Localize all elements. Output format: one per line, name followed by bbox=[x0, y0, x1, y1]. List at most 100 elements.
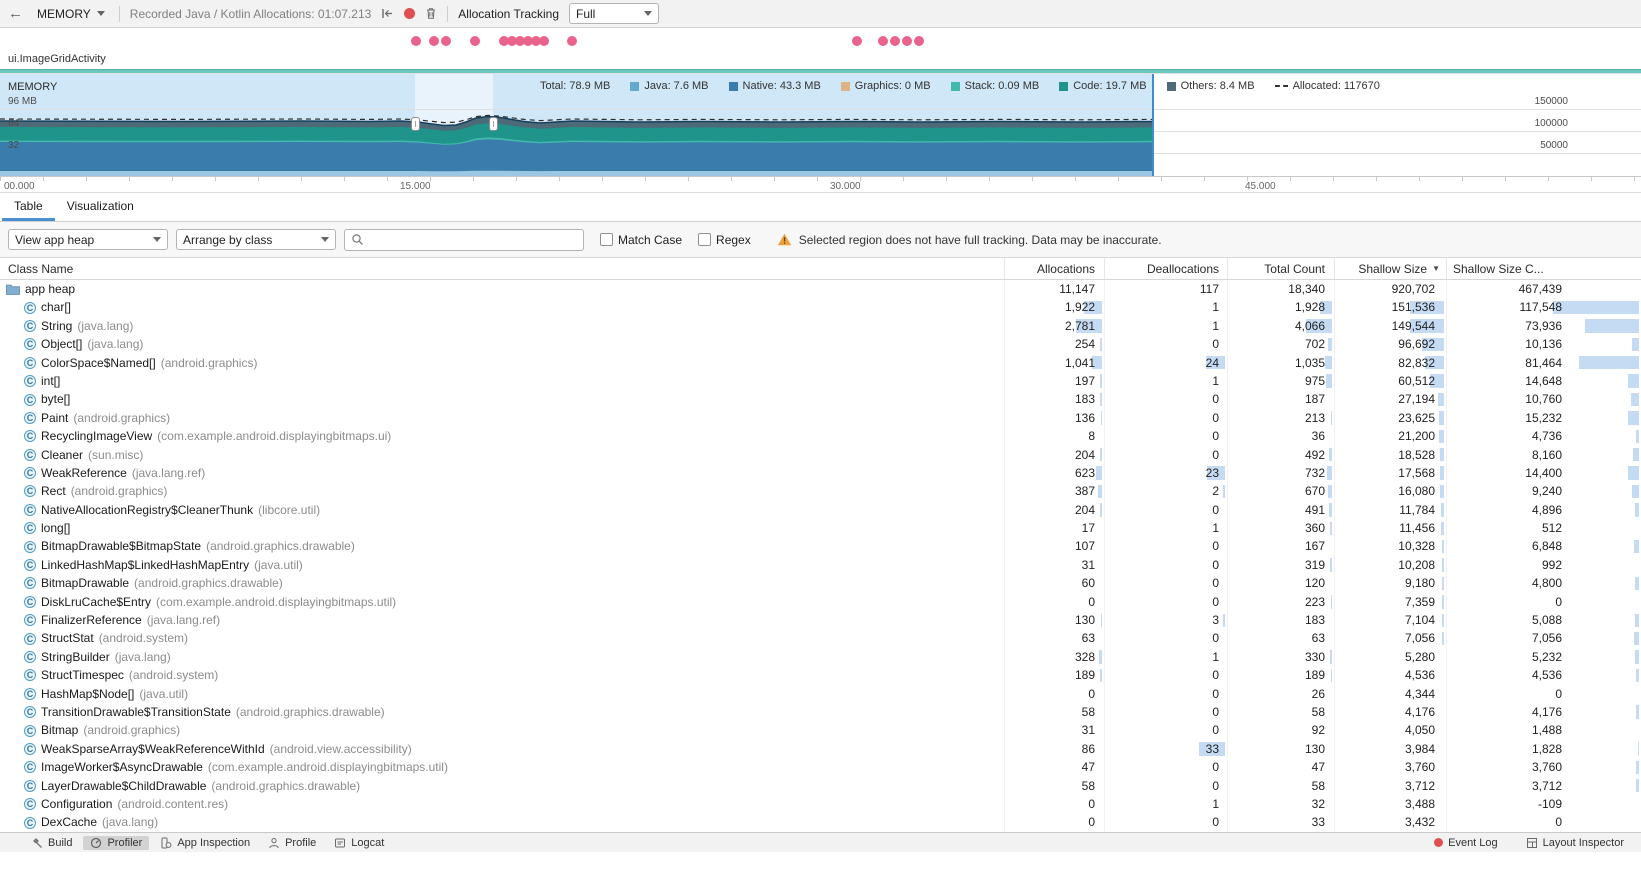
cell-shallow: 82,832 bbox=[1335, 353, 1447, 372]
recording-indicator-icon[interactable] bbox=[404, 8, 416, 19]
class-name: WeakSparseArray$WeakReferenceWithId bbox=[41, 741, 265, 756]
cell-total: 360 bbox=[1228, 519, 1335, 538]
tab-visualization[interactable]: Visualization bbox=[55, 193, 146, 221]
package-name: (java.lang.ref) bbox=[131, 465, 206, 480]
table-row[interactable]: Cbyte[] 183 0 187 27,194 10,760 bbox=[0, 390, 1641, 409]
column-header-shallow-size[interactable]: Shallow Size ▼ bbox=[1335, 258, 1447, 279]
table-row[interactable]: C LinkedHashMap$LinkedHashMapEntry (java.u… bbox=[0, 555, 1641, 575]
table-row[interactable]: Cchar[] 1,922 1 1,928 151,536 117,548 bbox=[0, 298, 1641, 317]
cell-alloc: 8 bbox=[1005, 427, 1105, 446]
profiler-gauge-icon bbox=[91, 837, 102, 848]
cell-alloc: 86 bbox=[1005, 739, 1105, 759]
table-row[interactable]: app heap 11,147 117 18,340 920,702 467,439 bbox=[0, 280, 1641, 299]
table-row[interactable]: C ImageWorker$AsyncDrawable (com.example.a… bbox=[0, 758, 1641, 777]
column-header-class-name[interactable]: Class Name bbox=[0, 258, 1005, 279]
table-row[interactable]: C TransitionDrawable$TransitionState (andr… bbox=[0, 702, 1641, 722]
event-markers bbox=[0, 28, 1641, 48]
class-name: FinalizerReference bbox=[41, 613, 142, 628]
class-name: String bbox=[41, 318, 73, 333]
cell-heat-bar bbox=[1330, 650, 1332, 664]
memory-chart[interactable]: MEMORY 96 MB 64 32 150000 100000 50000 T… bbox=[0, 73, 1641, 177]
back-button[interactable]: ← bbox=[8, 6, 23, 21]
cell-total: 732 bbox=[1228, 463, 1335, 483]
statusbar-item-logcat[interactable]: Logcat bbox=[327, 836, 391, 850]
cell-dealloc: 0 bbox=[1105, 666, 1228, 685]
table-row[interactable]: C Paint (android.graphics) 136 0 213 23,625 15,… bbox=[0, 408, 1641, 428]
table-row[interactable]: Cint[] 197 1 975 60,512 14,648 bbox=[0, 371, 1641, 391]
cell-change: 0 bbox=[1555, 815, 1562, 830]
statusbar-item-build[interactable]: Build bbox=[24, 836, 79, 850]
table-row[interactable]: C WeakReference (java.lang.ref) 623 23 732 17,… bbox=[0, 463, 1641, 483]
table-row[interactable]: C StructTimespec (android.system) 189 0 189 4,… bbox=[0, 666, 1641, 685]
selected-range-overlay[interactable] bbox=[415, 74, 493, 177]
package-name: (android.graphics.drawable) bbox=[235, 704, 385, 719]
search-box[interactable] bbox=[344, 228, 584, 251]
table-row[interactable]: C BitmapDrawable (android.graphics.drawabl… bbox=[0, 574, 1641, 593]
cell-heat-bar bbox=[1634, 631, 1639, 646]
table-row[interactable]: C NativeAllocationRegistry$CleanerThunk (l… bbox=[0, 500, 1641, 520]
table-row[interactable]: C Rect (android.graphics) 387 2 670 16,080 9,24… bbox=[0, 482, 1641, 501]
range-handle-right[interactable] bbox=[489, 117, 498, 131]
table-row[interactable]: C FinalizerReference (java.lang.ref) 130 3 18… bbox=[0, 611, 1641, 630]
statusbar-item-layout-inspector[interactable]: Layout Inspector bbox=[1519, 836, 1631, 850]
table-row[interactable]: C LayerDrawable$ChildDrawable (android.gra… bbox=[0, 776, 1641, 795]
range-handle-left[interactable] bbox=[411, 117, 420, 131]
statusbar-item-profile[interactable]: Profile bbox=[261, 836, 323, 850]
cell-total: 187 bbox=[1228, 390, 1335, 409]
table-row[interactable]: C StructStat (android.system) 63 0 63 7,056 7,0… bbox=[0, 629, 1641, 648]
table-row[interactable]: C WeakSparseArray$WeakReferenceWithId (and… bbox=[0, 739, 1641, 759]
table-row[interactable]: C DiskLruCache$Entry (com.example.android.… bbox=[0, 592, 1641, 612]
delete-recording-icon[interactable] bbox=[425, 7, 437, 20]
cell-heat-bar bbox=[1098, 484, 1102, 499]
legend-item: Code: 19.7 MB bbox=[1059, 80, 1147, 92]
column-header-total-count[interactable]: Total Count bbox=[1228, 258, 1335, 279]
statusbar-item-profiler[interactable]: Profiler bbox=[83, 835, 150, 850]
table-row[interactable]: C BitmapDrawable$BitmapState (android.grap… bbox=[0, 537, 1641, 556]
table-row[interactable]: C ColorSpace$Named[] (android.graphics) 1,0… bbox=[0, 353, 1641, 372]
class-name: byte[] bbox=[41, 392, 71, 407]
cell-total: 330 bbox=[1228, 647, 1335, 667]
arrange-select[interactable]: Arrange by class bbox=[176, 229, 336, 250]
class-icon: C bbox=[24, 467, 36, 480]
search-input[interactable] bbox=[368, 232, 577, 247]
table-row[interactable]: C Object[] (java.lang) 254 0 702 96,692 10,136 bbox=[0, 335, 1641, 354]
table-row[interactable]: C StringBuilder (java.lang) 328 1 330 5,280 5,2… bbox=[0, 647, 1641, 667]
statusbar-item-app-inspection[interactable]: App Inspection bbox=[153, 836, 257, 850]
y-axis-right-label: 150000 bbox=[1534, 96, 1568, 107]
column-header-deallocations[interactable]: Deallocations bbox=[1105, 258, 1228, 279]
column-header-shallow-size-change[interactable]: Shallow Size C... bbox=[1447, 258, 1641, 279]
export-recording-icon[interactable] bbox=[381, 8, 394, 19]
table-row[interactable]: C String (java.lang) 2,781 1 4,066 149,544 73,9… bbox=[0, 316, 1641, 336]
table-row[interactable]: C HashMap$Node[] (java.util) 0 0 26 4,344 0 bbox=[0, 684, 1641, 703]
table-row[interactable]: C DexCache (java.lang) 0 0 33 3,432 0 bbox=[0, 813, 1641, 832]
class-icon: C bbox=[24, 448, 36, 461]
allocation-tracking-select[interactable]: Full bbox=[569, 3, 660, 24]
process-dropdown[interactable]: MEMORY bbox=[33, 5, 109, 23]
class-name: HashMap$Node[] bbox=[41, 686, 135, 701]
regex-checkbox[interactable] bbox=[698, 233, 712, 246]
cell-heat-bar bbox=[1328, 484, 1332, 499]
match-case-label: Match Case bbox=[618, 232, 683, 247]
time-tick-label: 00.000 bbox=[4, 181, 35, 192]
class-name: Cleaner bbox=[41, 447, 84, 462]
table-row[interactable]: Clong[] 17 1 360 11,456 512 bbox=[0, 519, 1641, 538]
cell-shallow: 23,625 bbox=[1335, 408, 1447, 428]
cell-total: 92 bbox=[1228, 721, 1335, 740]
heap-select[interactable]: View app heap bbox=[8, 229, 168, 250]
table-row[interactable]: C Bitmap (android.graphics) 31 0 92 4,050 1,488 bbox=[0, 721, 1641, 740]
cell-total: 47 bbox=[1228, 758, 1335, 777]
tab-table[interactable]: Table bbox=[2, 193, 55, 221]
statusbar-item-event-log[interactable]: Event Log bbox=[1427, 836, 1505, 850]
class-icon: C bbox=[24, 356, 36, 369]
column-header-allocations[interactable]: Allocations bbox=[1005, 258, 1105, 279]
cell-total: 32 bbox=[1228, 794, 1335, 814]
cell-heat-bar bbox=[1100, 668, 1102, 683]
table-row[interactable]: C Configuration (android.content.res) 0 1 32 3… bbox=[0, 794, 1641, 814]
match-case-checkbox[interactable] bbox=[600, 233, 613, 246]
legend-item: Graphics: 0 MB bbox=[840, 80, 931, 92]
cell-shallow: 7,104 bbox=[1335, 611, 1447, 630]
cell-heat-bar bbox=[1096, 466, 1102, 480]
table-row[interactable]: C RecyclingImageView (com.example.android.… bbox=[0, 427, 1641, 446]
table-row[interactable]: C Cleaner (sun.misc) 204 0 492 18,528 8,160 bbox=[0, 445, 1641, 464]
cell-heat-bar bbox=[1636, 779, 1639, 793]
